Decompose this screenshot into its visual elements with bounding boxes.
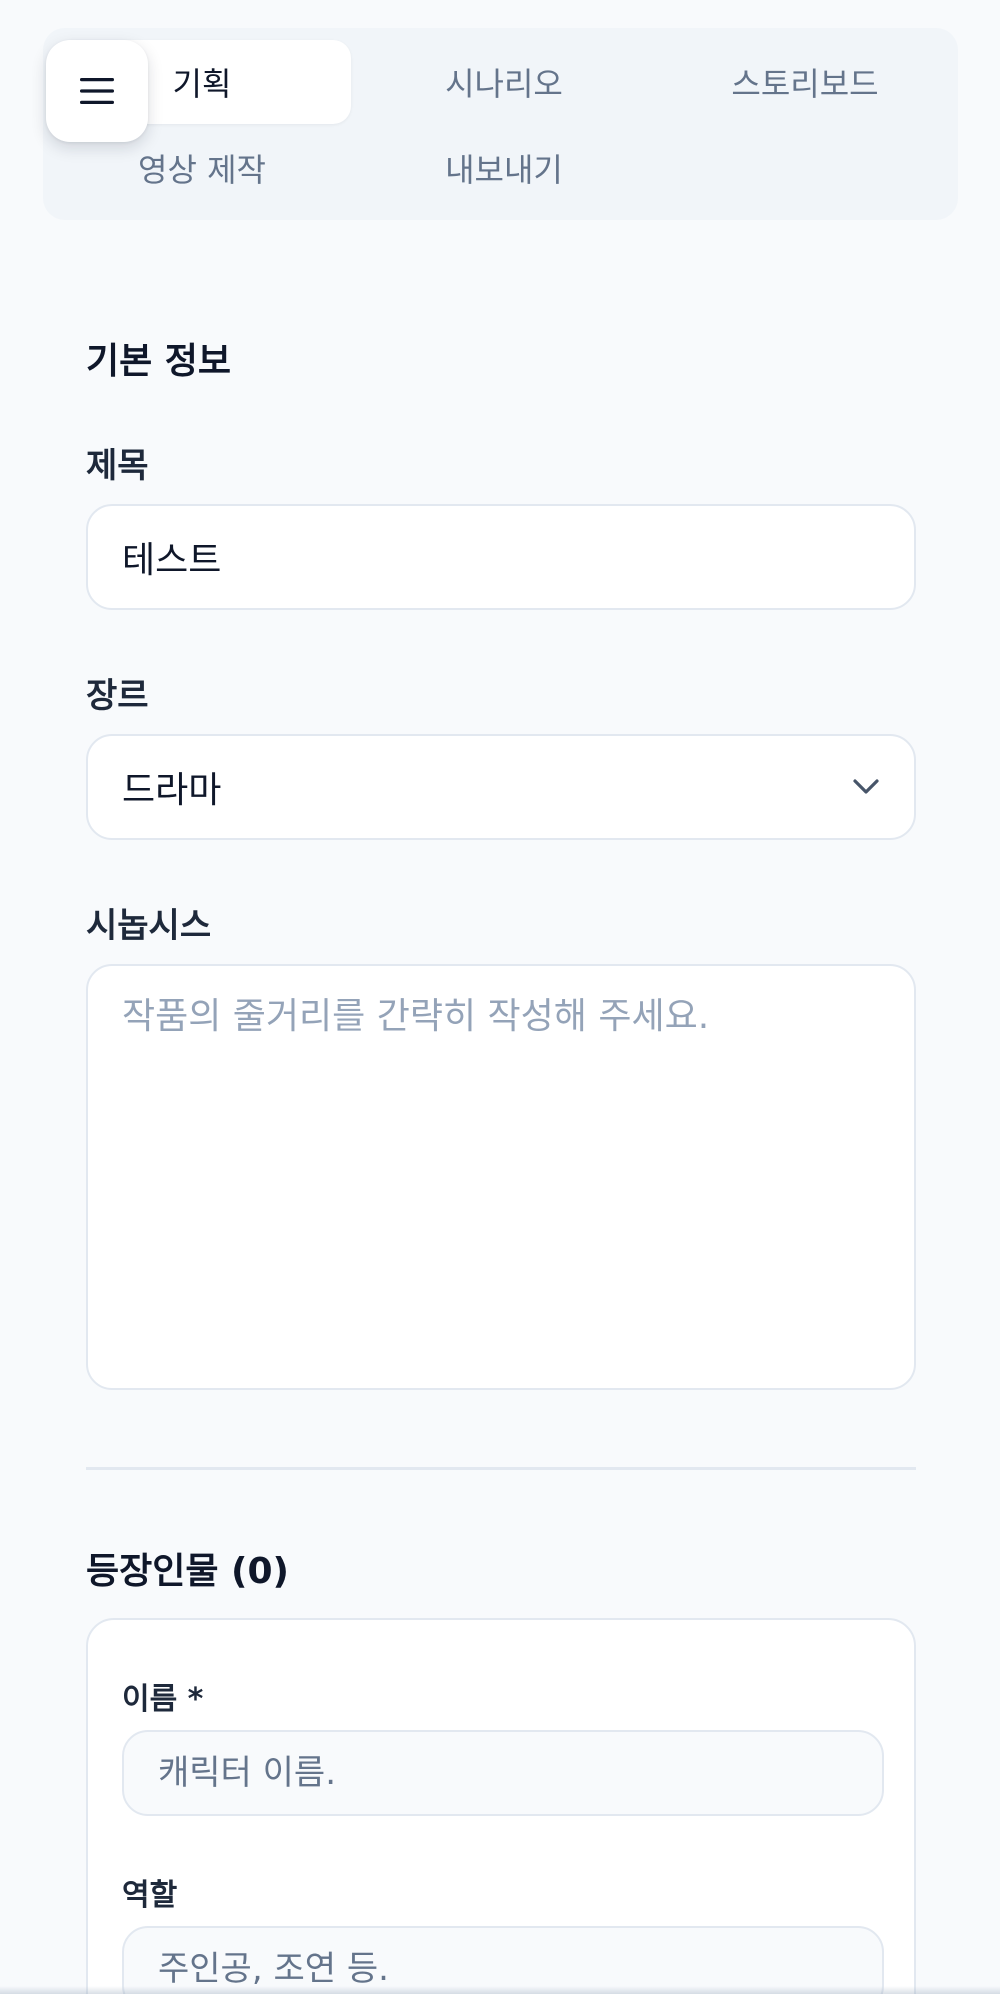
tab-label: 영상 제작 xyxy=(138,151,266,189)
tab-scenario[interactable]: 시나리오 xyxy=(356,40,652,124)
character-role-label: 역할 xyxy=(122,1878,178,1913)
character-name-label: 이름 * xyxy=(122,1682,204,1717)
synopsis-textarea[interactable] xyxy=(86,964,916,1390)
tab-label: 시나리오 xyxy=(445,65,563,103)
title-label: 제목 xyxy=(86,446,149,486)
tab-label: 기획 xyxy=(172,65,232,103)
title-input[interactable] xyxy=(86,504,916,610)
bottom-scroll-shadow xyxy=(0,1986,1000,1994)
tab-label: 스토리보드 xyxy=(731,65,879,103)
character-form-card: 이름 * 역할 xyxy=(86,1618,916,1994)
planning-page: 기획 시나리오 스토리보드 영상 제작 내보내기 기본 정보 제목 장르 드라마… xyxy=(0,0,1000,1994)
tab-label: 내보내기 xyxy=(445,151,563,189)
genre-select[interactable]: 드라마 xyxy=(86,734,916,840)
tab-storyboard[interactable]: 스토리보드 xyxy=(657,40,953,124)
synopsis-label: 시놉시스 xyxy=(86,906,212,946)
tab-export[interactable]: 내보내기 xyxy=(356,126,652,210)
hamburger-menu-icon xyxy=(80,78,114,104)
characters-title: 등장인물 (0) xyxy=(86,1551,289,1592)
genre-label: 장르 xyxy=(86,676,149,716)
workflow-tabs: 기획 시나리오 스토리보드 영상 제작 내보내기 xyxy=(43,28,958,220)
character-name-input[interactable] xyxy=(122,1730,884,1816)
character-role-input[interactable] xyxy=(122,1926,884,1994)
basic-info-title: 기본 정보 xyxy=(86,341,232,382)
menu-button[interactable] xyxy=(46,40,148,142)
section-divider xyxy=(86,1467,916,1470)
genre-selected-value: 드라마 xyxy=(122,770,222,811)
chevron-down-icon xyxy=(853,779,879,794)
